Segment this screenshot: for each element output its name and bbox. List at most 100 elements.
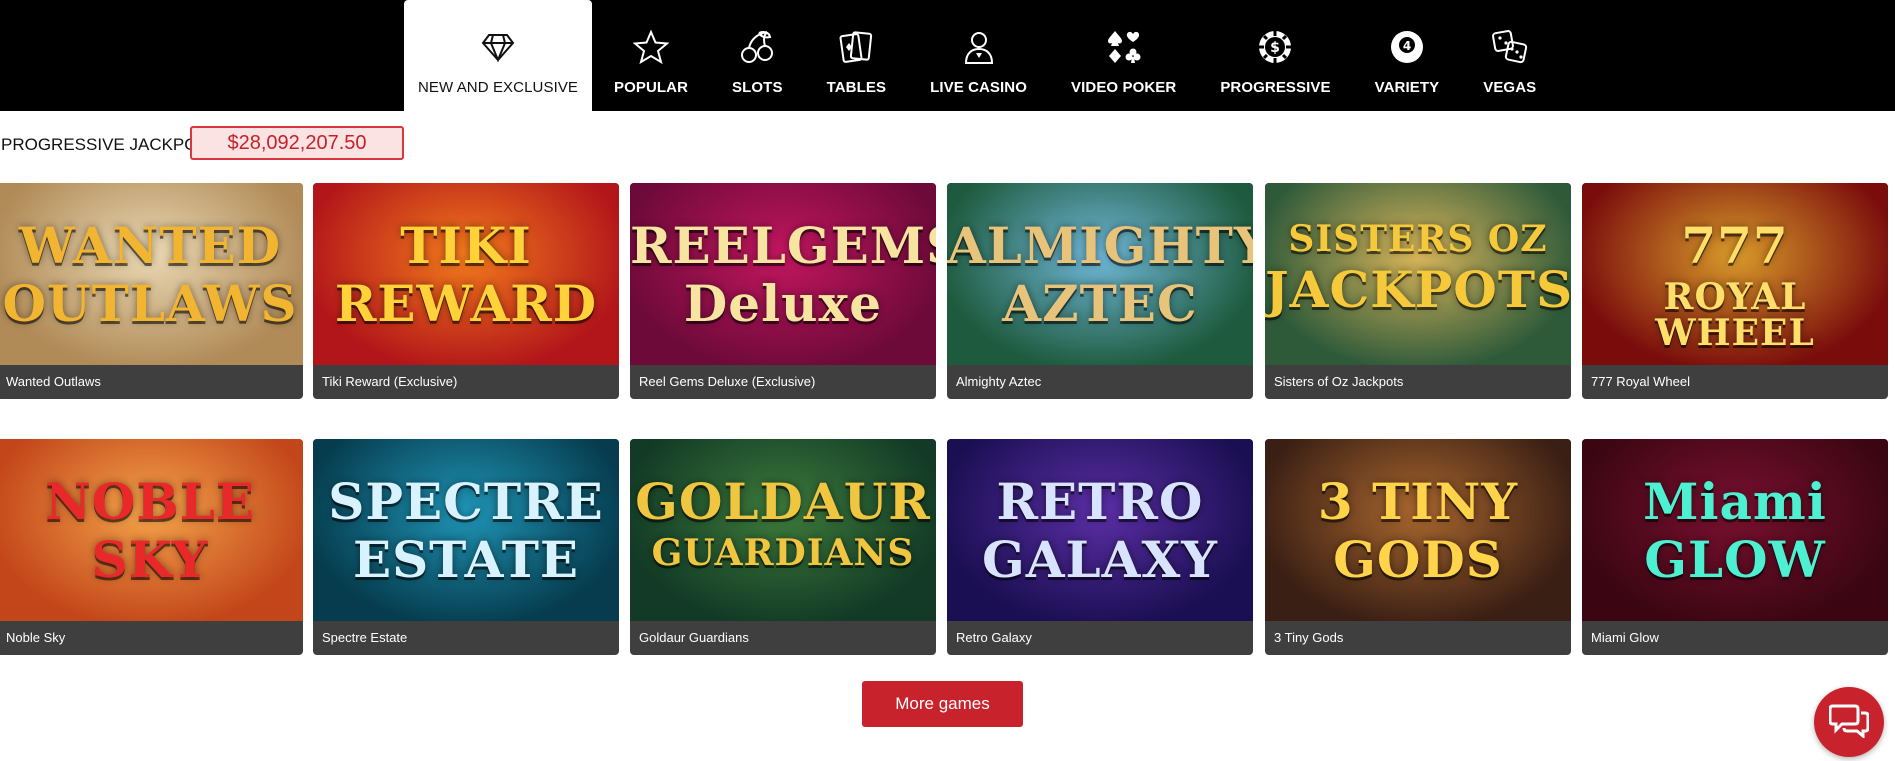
game-title: 777 Royal Wheel [1591, 374, 1690, 389]
game-thumbnail[interactable]: ALMIGHTY AZTEC [947, 183, 1253, 365]
game-card[interactable]: TIKI REWARD Tiki Reward (Exclusive) [313, 183, 619, 399]
game-title: Goldaur Guardians [639, 630, 749, 645]
tab-label: VARIETY [1374, 79, 1440, 96]
game-logo-line: 3 TINY [1317, 472, 1519, 531]
tab-popular[interactable]: POPULAR [592, 0, 710, 111]
game-title: 3 Tiny Gods [1274, 630, 1344, 645]
game-logo-art: SPECTRE ESTATE [313, 467, 619, 585]
tab-label: VIDEO POKER [1071, 79, 1177, 96]
tab-label: POPULAR [614, 79, 689, 96]
game-thumbnail[interactable]: REELGEMS Deluxe [630, 183, 936, 365]
tab-variety[interactable]: 4 VARIETY [1353, 0, 1462, 111]
game-card[interactable]: 3 TINY GODS 3 Tiny Gods [1265, 439, 1571, 655]
chat-button[interactable] [1814, 687, 1884, 757]
game-logo-line: REELGEMS [630, 216, 936, 275]
game-logo-line: GODS [1333, 530, 1503, 589]
tab-slots[interactable]: SLOTS [710, 0, 805, 111]
tab-progressive[interactable]: $ PROGRESSIVE [1198, 0, 1352, 111]
game-logo-line: SPECTRE [328, 472, 604, 531]
game-thumbnail[interactable]: GOLDAUR GUARDIANS [630, 439, 936, 621]
tab-label: SLOTS [732, 79, 783, 96]
game-thumbnail[interactable]: Miami GLOW [1582, 439, 1888, 621]
tab-tables[interactable]: TABLES [805, 0, 909, 111]
tab-video-poker[interactable]: VIDEO POKER [1049, 0, 1198, 111]
poker-chip-icon: $ [1256, 28, 1294, 66]
game-logo-line: SKY [91, 530, 209, 589]
diamond-icon [479, 28, 517, 66]
game-card[interactable]: SPECTRE ESTATE Spectre Estate [313, 439, 619, 655]
more-games-button[interactable]: More games [862, 681, 1023, 727]
game-logo-line: JACKPOTS [1265, 260, 1571, 319]
game-logo-line: GOLDAUR [635, 472, 931, 531]
game-thumbnail[interactable]: TIKI REWARD [313, 183, 619, 365]
game-logo-art: TIKI REWARD [313, 211, 619, 329]
game-logo-art: WANTED OUTLAWS [0, 211, 303, 329]
game-logo-line: REWARD [334, 274, 598, 333]
tab-label: TABLES [826, 79, 887, 96]
tab-label: NEW AND EXCLUSIVE [417, 79, 579, 96]
chat-bubbles-icon [1828, 702, 1870, 743]
game-card[interactable]: 777 ROYAL WHEEL 777 Royal Wheel [1582, 183, 1888, 399]
game-thumbnail[interactable]: SISTERS OZ JACKPOTS [1265, 183, 1571, 365]
game-card[interactable]: RETRO GALAXY Retro Galaxy [947, 439, 1253, 655]
game-card[interactable]: Miami GLOW Miami Glow [1582, 439, 1888, 655]
tab-label: VEGAS [1483, 79, 1537, 96]
game-thumbnail[interactable]: RETRO GALAXY [947, 439, 1253, 621]
game-logo-line: GLOW [1644, 530, 1826, 589]
game-logo-art: 777 ROYAL WHEEL [1582, 211, 1888, 354]
playing-cards-icon [837, 28, 875, 66]
game-logo-art: RETRO GALAXY [947, 467, 1253, 585]
progressive-jackpot-label: PROGRESSIVE JACKPOT [1, 135, 208, 154]
game-card[interactable]: NOBLE SKY Noble Sky [0, 439, 303, 655]
game-logo-line: AZTEC [1002, 274, 1198, 333]
game-logo-line: SISTERS OZ [1288, 218, 1548, 260]
game-logo-line: WANTED [18, 216, 282, 275]
game-title: Reel Gems Deluxe (Exclusive) [639, 374, 816, 389]
card-suits-icon [1105, 28, 1143, 66]
game-thumbnail[interactable]: WANTED OUTLAWS [0, 183, 303, 365]
tab-live-casino[interactable]: LIVE CASINO [908, 0, 1049, 111]
game-logo-line: ROYAL WHEEL [1655, 276, 1815, 354]
star-icon [632, 28, 670, 66]
cherries-icon [738, 28, 776, 66]
game-logo-art: SISTERS OZ JACKPOTS [1265, 211, 1571, 315]
game-logo-line: NOBLE [45, 472, 255, 531]
game-logo-art: REELGEMS Deluxe [630, 211, 936, 329]
category-tabs: NEW AND EXCLUSIVE POPULAR SLOTS TABLES L… [404, 0, 1558, 111]
game-title: Miami Glow [1591, 630, 1659, 645]
game-thumbnail[interactable]: SPECTRE ESTATE [313, 439, 619, 621]
game-thumbnail[interactable]: 777 ROYAL WHEEL [1582, 183, 1888, 365]
game-card[interactable]: REELGEMS Deluxe Reel Gems Deluxe (Exclusiv… [630, 183, 936, 399]
top-nav-bar: NEW AND EXCLUSIVE POPULAR SLOTS TABLES L… [0, 0, 1895, 111]
tab-label: LIVE CASINO [930, 79, 1028, 96]
game-logo-art: GOLDAUR GUARDIANS [630, 467, 936, 574]
game-title: Sisters of Oz Jackpots [1274, 374, 1404, 389]
game-thumbnail[interactable]: 3 TINY GODS [1265, 439, 1571, 621]
game-logo-line: GALAXY [982, 530, 1218, 589]
game-logo-line: ESTATE [352, 530, 580, 589]
game-thumbnail[interactable]: NOBLE SKY [0, 439, 303, 621]
game-title: Noble Sky [6, 630, 66, 645]
game-card[interactable]: WANTED OUTLAWS Wanted Outlaws [0, 183, 303, 399]
dealer-icon [960, 28, 998, 66]
tab-new-and-exclusive[interactable]: NEW AND EXCLUSIVE [404, 0, 592, 111]
tab-vegas[interactable]: VEGAS [1461, 0, 1558, 111]
game-card[interactable]: SISTERS OZ JACKPOTS Sisters of Oz Jackpots [1265, 183, 1571, 399]
game-logo-line: ALMIGHTY [947, 216, 1253, 275]
game-title: Almighty Aztec [956, 374, 1042, 389]
tab-label: PROGRESSIVE [1220, 79, 1331, 96]
game-card[interactable]: GOLDAUR GUARDIANS Goldaur Guardians [630, 439, 936, 655]
game-logo-art: Miami GLOW [1582, 467, 1888, 585]
dice-icon [1491, 28, 1529, 66]
game-logo-art: NOBLE SKY [0, 467, 303, 585]
game-logo-art: ALMIGHTY AZTEC [947, 211, 1253, 329]
game-title: Tiki Reward (Exclusive) [322, 374, 458, 389]
svg-text:$: $ [1271, 40, 1281, 56]
game-title: Retro Galaxy [956, 630, 1032, 645]
game-card[interactable]: ALMIGHTY AZTEC Almighty Aztec [947, 183, 1253, 399]
game-logo-line: TIKI [400, 216, 532, 275]
billiard-ball-icon: 4 [1388, 28, 1426, 66]
game-logo-line: 777 [1681, 216, 1789, 275]
game-logo-line: Miami [1643, 472, 1827, 531]
game-logo-line: GUARDIANS [651, 532, 915, 574]
